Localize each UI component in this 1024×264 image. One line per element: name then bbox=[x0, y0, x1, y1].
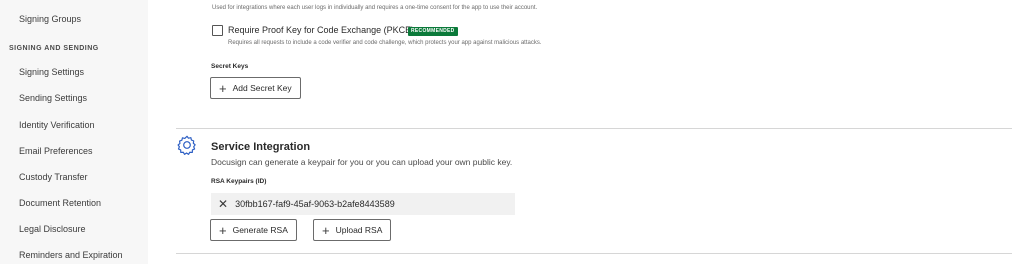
add-secret-key-label: Add Secret Key bbox=[232, 83, 292, 93]
section-divider bbox=[176, 128, 1012, 129]
pkce-label: Require Proof Key for Code Exchange (PKC… bbox=[228, 25, 415, 35]
pkce-help-text: Requires all requests to include a code … bbox=[228, 40, 542, 46]
service-integration-title: Service Integration bbox=[211, 141, 311, 153]
sidebar-item-sending-settings[interactable]: Sending Settings bbox=[19, 93, 87, 103]
sidebar-item-custody-transfer[interactable]: Custody Transfer bbox=[19, 172, 88, 182]
upload-rsa-label: Upload RSA bbox=[335, 225, 383, 235]
section-divider-bottom bbox=[176, 253, 1012, 254]
service-integration-description: Docusign can generate a keypair for you … bbox=[211, 157, 513, 167]
sidebar-item-email-preferences[interactable]: Email Preferences bbox=[19, 146, 93, 156]
rsa-keypairs-label: RSA Keypairs (ID) bbox=[211, 178, 267, 185]
plus-icon: + bbox=[219, 222, 227, 238]
plus-icon: + bbox=[322, 222, 330, 238]
sidebar-item-identity-verification[interactable]: Identity Verification bbox=[19, 120, 95, 130]
sidebar-item-document-retention[interactable]: Document Retention bbox=[19, 198, 101, 208]
keypair-id: 30fbb167-faf9-45af-9063-b2afe8443589 bbox=[235, 199, 395, 209]
secret-keys-label: Secret Keys bbox=[211, 63, 249, 70]
add-secret-key-button[interactable]: + Add Secret Key bbox=[210, 77, 301, 99]
plus-icon: + bbox=[219, 80, 227, 96]
keypair-row: ✕ 30fbb167-faf9-45af-9063-b2afe8443589 bbox=[211, 193, 515, 215]
sidebar-item-legal-disclosure[interactable]: Legal Disclosure bbox=[19, 224, 86, 234]
pkce-checkbox[interactable] bbox=[212, 25, 223, 36]
upload-rsa-button[interactable]: + Upload RSA bbox=[313, 219, 392, 241]
sidebar-item-signing-settings[interactable]: Signing Settings bbox=[19, 67, 84, 77]
sidebar-item-signing-groups[interactable]: Signing Groups bbox=[19, 14, 81, 24]
main-content: Used for integrations where each user lo… bbox=[148, 0, 1024, 264]
generate-rsa-label: Generate RSA bbox=[232, 225, 288, 235]
sidebar-item-reminders-and-expiration[interactable]: Reminders and Expiration bbox=[19, 250, 123, 260]
sidebar-section-signing-and-sending: SIGNING AND SENDING bbox=[9, 45, 99, 52]
close-icon[interactable]: ✕ bbox=[218, 198, 228, 210]
generate-rsa-button[interactable]: + Generate RSA bbox=[210, 219, 297, 241]
recommended-badge: RECOMMENDED bbox=[408, 27, 458, 36]
gear-icon bbox=[177, 135, 196, 155]
sidebar: Signing Groups SIGNING AND SENDING Signi… bbox=[0, 0, 148, 264]
auth-intro-text: Used for integrations where each user lo… bbox=[212, 5, 538, 11]
